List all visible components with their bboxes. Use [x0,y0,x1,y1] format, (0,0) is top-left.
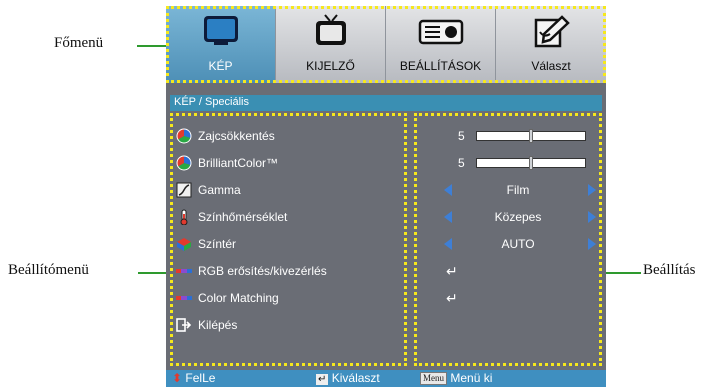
tab-beallitasok[interactable]: BEÁLLÍTÁSOK [386,6,496,83]
callout-main-menu: Főmenü [54,35,104,51]
gamma-value: Film [506,183,530,197]
gamma-curve-icon [176,182,192,198]
color-space-setting: AUTO [418,234,598,254]
main-menu-tabs: KÉP KIJELZŐ BEÁLLÍTÁSOK Választ [166,6,606,83]
color-matching-setting: ↵ [418,288,598,308]
menu-item-label: Zajcsökkentés [198,129,275,143]
menu-item-color-space[interactable]: Színtér [176,234,406,254]
arrow-left-icon[interactable] [444,184,452,196]
select-label: Kiválaszt [331,371,380,385]
noise-reduction-setting: 5 [418,126,598,146]
thermometer-icon [180,209,188,225]
color-wheel-icon [176,155,192,171]
enter-icon[interactable]: ↵ [446,290,458,307]
tab-valaszt[interactable]: Választ [496,6,606,83]
arrow-right-icon[interactable] [588,184,596,196]
arrow-right-icon[interactable] [588,238,596,250]
select-hint: ↵ Kiválaszt [316,371,380,385]
osd-panel: KÉP KIJELZŐ BEÁLLÍTÁSOK Választ KÉP / Sp… [166,6,606,387]
projector-icon [418,19,464,45]
menu-item-rgb-gain-bias[interactable]: RGB erősítés/kivezérlés [176,261,406,281]
menu-item-brilliantcolor[interactable]: BrilliantColor™ [176,153,406,173]
tab-kijelzo[interactable]: KIJELZŐ [276,6,386,83]
rgb-bar-icon [176,296,192,300]
enter-key-icon: ↵ [316,374,329,385]
menu-item-label: Gamma [198,183,241,197]
noise-reduction-slider[interactable] [476,129,586,143]
noise-reduction-value: 5 [458,129,465,143]
tab-label: Választ [531,59,571,73]
up-down-arrows-icon: ⬍ [172,371,183,385]
tab-label: KÉP [208,59,233,73]
menu-item-color-temperature[interactable]: Színhőmérséklet [176,207,406,227]
callout-line-settings [603,272,641,274]
brilliantcolor-setting: 5 [418,153,598,173]
monitor-icon [204,16,238,45]
color-temperature-value: Közepes [494,210,542,224]
menu-item-label: Színhőmérséklet [198,210,288,224]
menu-key-icon: Menu [420,372,447,385]
tv-icon [316,14,346,45]
menu-item-label: BrilliantColor™ [198,156,279,170]
updown-label: FelLe [185,371,216,385]
exit-icon [176,318,192,332]
slider-thumb[interactable] [529,129,533,143]
brilliantcolor-value: 5 [458,156,465,170]
callout-settings-menu: Beállítómenü [8,262,89,278]
arrow-left-icon[interactable] [444,211,452,223]
menu-item-noise-reduction[interactable]: Zajcsökkentés [176,126,406,146]
color-space-value: AUTO [501,237,535,251]
menu-item-label: Kilépés [198,318,238,332]
menu-item-label: Color Matching [198,291,279,305]
page-title-bar: KÉP / Speciális [170,95,602,111]
color-temperature-setting: Közepes [418,207,598,227]
color-cube-icon [177,238,191,251]
rgb-gain-bias-setting: ↵ [418,261,598,281]
brilliantcolor-slider[interactable] [476,156,586,170]
help-bar: ⬍ FelLe ↵ Kiválaszt Menu Menü ki [166,370,606,387]
tab-label: KIJELZŐ [306,59,355,73]
callout-settings: Beállítás [643,262,696,278]
slider-thumb[interactable] [529,156,533,170]
rgb-bar-icon [176,269,192,273]
arrow-left-icon[interactable] [444,238,452,250]
arrow-right-icon[interactable] [588,211,596,223]
updown-hint: ⬍ FelLe [172,371,215,385]
color-wheel-icon [176,128,192,144]
gamma-setting: Film [418,180,598,200]
page-title: KÉP / Speciális [174,96,250,108]
menu-item-exit[interactable]: Kilépés [176,315,406,335]
menu-item-color-matching[interactable]: Color Matching [176,288,406,308]
tab-kep[interactable]: KÉP [166,6,276,83]
edit-icon [534,15,570,48]
tab-label: BEÁLLÍTÁSOK [399,59,482,73]
menu-item-label: Színtér [198,237,237,251]
enter-icon[interactable]: ↵ [446,263,458,280]
menu-item-label: RGB erősítés/kivezérlés [198,264,327,278]
menu-exit-hint: Menu Menü ki [420,371,492,385]
menu-exit-label: Menü ki [450,371,493,385]
menu-item-gamma[interactable]: Gamma [176,180,406,200]
